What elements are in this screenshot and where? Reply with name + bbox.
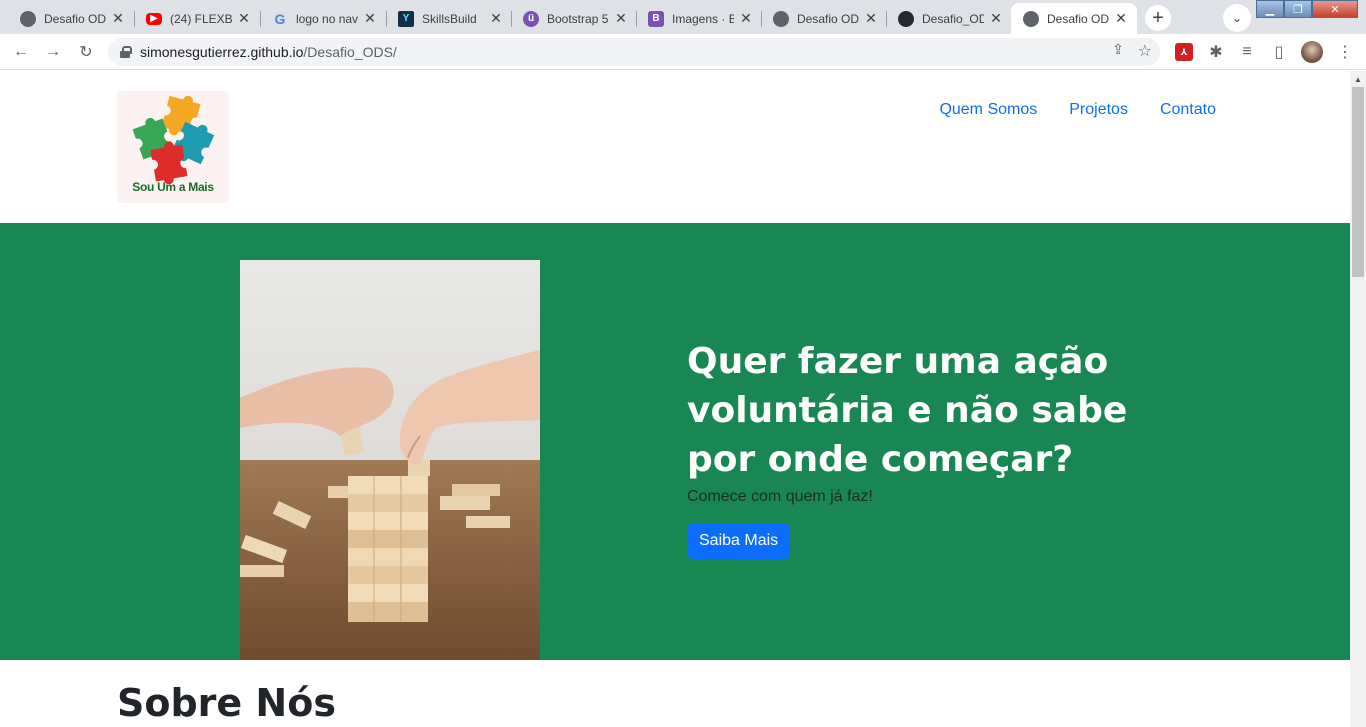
page-viewport: Sou Um a Mais Quem Somos Projetos Contat… [0, 71, 1350, 727]
tab-desafio-ods-2[interactable]: Desafio OD ✕ [761, 3, 887, 34]
tab-title: Bootstrap 5 [547, 11, 609, 26]
profile-avatar[interactable] [1301, 41, 1323, 63]
back-arrow-icon[interactable]: ← [10, 41, 32, 63]
tab-title: (24) FLEXBC [170, 11, 232, 26]
tab-title: SkillsBuild [422, 11, 477, 26]
tab-skillsbuild[interactable]: Y SkillsBuild ✕ [386, 3, 512, 34]
page-scrollbar[interactable]: ▲ [1350, 71, 1366, 727]
logo-text: Sou Um a Mais [132, 180, 214, 194]
window-controls: ▁ ❐ ✕ [1256, 0, 1366, 20]
tab-title: Imagens · B [672, 11, 734, 26]
close-icon[interactable]: ✕ [738, 10, 754, 27]
globe-icon [773, 10, 789, 27]
close-window-button[interactable]: ✕ [1312, 0, 1358, 18]
close-icon[interactable]: ✕ [1113, 10, 1129, 27]
tab-github[interactable]: Desafio_OD ✕ [886, 3, 1012, 34]
tab-bootstrap-icons[interactable]: B Imagens · B ✕ [636, 3, 762, 34]
close-icon[interactable]: ✕ [362, 10, 378, 27]
tab-strip: Desafio OD ✕ ▶ (24) FLEXBC ✕ G logo no n… [0, 0, 1366, 34]
jenga-photo-icon [240, 260, 540, 660]
globe-icon [1023, 10, 1039, 27]
tab-title: Desafio OD [797, 11, 859, 26]
nav-links: Quem Somos Projetos Contato [939, 101, 1216, 119]
tab-bootstrap[interactable]: ü Bootstrap 5 ✕ [511, 3, 637, 34]
close-icon[interactable]: ✕ [236, 10, 252, 27]
tab-google[interactable]: G logo no nav ✕ [260, 3, 386, 34]
chevron-down-icon: ⌄ [1231, 11, 1243, 25]
saiba-mais-button[interactable]: Saiba Mais [687, 523, 791, 559]
hero-subtitle: Comece com quem já faz! [687, 488, 873, 505]
browser-toolbar: ← → ↻ simonesgutierrez.github.io/Desafio… [0, 34, 1366, 70]
close-icon[interactable]: ✕ [613, 10, 629, 27]
bookmark-star-icon[interactable]: ☆ [1138, 41, 1152, 61]
lock-icon [120, 46, 132, 58]
reload-icon[interactable]: ↻ [75, 41, 97, 63]
close-icon[interactable]: ✕ [863, 10, 879, 27]
hero-section: Quer fazer uma ação voluntária e não sab… [0, 223, 1350, 660]
hero-image-jenga [240, 260, 540, 660]
youtube-icon: ▶ [146, 12, 162, 25]
hero-title: Quer fazer uma ação voluntária e não sab… [687, 341, 1128, 480]
media-queue-icon[interactable]: ≡ [1236, 41, 1258, 63]
bootstrap-icons-icon: B [648, 10, 664, 27]
forward-arrow-icon[interactable]: → [42, 41, 64, 63]
tab-youtube[interactable]: ▶ (24) FLEXBC ✕ [134, 3, 260, 34]
pdf-extension-icon[interactable]: ⅄ [1175, 43, 1193, 61]
url-path: /Desafio_ODS/ [303, 44, 397, 60]
about-section-title: Sobre Nós [117, 681, 336, 725]
globe-icon [20, 10, 36, 27]
address-bar[interactable]: simonesgutierrez.github.io/Desafio_ODS/ … [108, 38, 1160, 66]
tab-search-button[interactable]: ⌄ [1223, 4, 1251, 32]
tab-desafio-ods-1[interactable]: Desafio OD ✕ [8, 3, 134, 34]
share-icon[interactable]: ⇪ [1112, 41, 1124, 58]
scroll-thumb[interactable] [1352, 87, 1364, 277]
nav-link-projetos[interactable]: Projetos [1069, 101, 1128, 119]
tab-title: Desafio_OD [922, 11, 984, 26]
minimize-button[interactable]: ▁ [1256, 0, 1284, 18]
new-tab-button[interactable]: + [1145, 5, 1171, 31]
plus-icon: + [1152, 6, 1164, 29]
nav-link-quem-somos[interactable]: Quem Somos [939, 101, 1037, 119]
site-logo[interactable]: Sou Um a Mais [117, 91, 229, 203]
tab-title: Desafio OD [1047, 11, 1109, 26]
side-panel-icon[interactable]: ▯ [1268, 41, 1290, 63]
tab-title: Desafio OD [44, 11, 106, 26]
tab-title: logo no nav [296, 11, 358, 26]
github-icon [898, 10, 914, 27]
close-icon[interactable]: ✕ [488, 10, 504, 27]
bootstrap-icon: ü [523, 10, 539, 27]
site-navbar: Sou Um a Mais Quem Somos Projetos Contat… [0, 71, 1350, 223]
menu-kebab-icon[interactable]: ⋮ [1334, 41, 1356, 63]
close-icon[interactable]: ✕ [988, 10, 1004, 27]
hero-content: Quer fazer uma ação voluntária e não sab… [687, 337, 1207, 559]
extensions-puzzle-icon[interactable]: ✱ [1205, 41, 1227, 63]
tab-desafio-ods-active[interactable]: Desafio OD ✕ [1011, 3, 1137, 34]
maximize-button[interactable]: ❐ [1284, 0, 1312, 18]
url-domain: simonesgutierrez.github.io [140, 44, 304, 60]
skillsbuild-icon: Y [398, 10, 414, 27]
scroll-up-arrow-icon[interactable]: ▲ [1354, 75, 1362, 84]
google-icon: G [274, 10, 286, 27]
nav-link-contato[interactable]: Contato [1160, 101, 1216, 119]
close-icon[interactable]: ✕ [110, 10, 126, 27]
